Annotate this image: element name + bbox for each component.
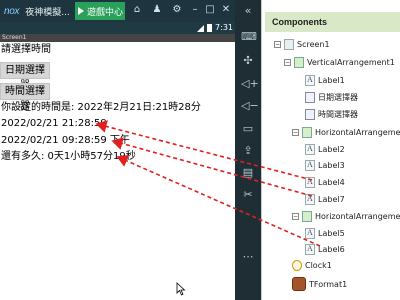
tree-item-label: Label3 — [318, 160, 345, 170]
gear-icon[interactable]: ⚙ — [170, 3, 184, 17]
tree-item-verticalarrangement1[interactable]: − VerticalArrangement1 — [284, 55, 395, 69]
status-icons: 7:31 — [197, 22, 233, 34]
tree-item--[interactable]: 日期選擇器 — [305, 90, 358, 104]
tree-item-label: TFormat1 — [309, 279, 348, 289]
tree-item-label4[interactable]: Label4 — [305, 175, 345, 189]
tree-item-tformat1[interactable]: TFormat1 — [292, 277, 347, 291]
date-picker-button[interactable]: 日期選擇器 — [0, 62, 50, 91]
game-center-button[interactable]: 遊戲中心 — [75, 2, 125, 20]
components-header: Components — [265, 12, 400, 32]
tree-item-label: 日期選擇器 — [318, 92, 358, 102]
collapse-toggle-icon[interactable]: − — [274, 40, 281, 48]
tree-item-label: Clock1 — [305, 260, 332, 270]
clock-component-icon — [292, 259, 302, 271]
label-component-icon — [305, 143, 315, 155]
tree-item-label: Label6 — [318, 244, 345, 254]
tree-item-horizontalarrangemen[interactable]: − HorizontalArrangemen — [292, 209, 400, 223]
tree-item-label: Label7 — [318, 194, 345, 204]
nox-logo: nox — [4, 5, 20, 17]
tree-item-screen1[interactable]: − Screen1 — [274, 37, 330, 51]
tree-item-label: Label1 — [318, 75, 345, 85]
prompt-label: 請選擇時間 — [1, 44, 51, 55]
screen-component-icon — [284, 38, 294, 50]
tree-item-label: Screen1 — [297, 39, 330, 49]
home-icon[interactable]: ⌂ — [130, 3, 144, 17]
arr-component-icon — [294, 56, 304, 68]
tree-item--[interactable]: 時間選擇器 — [305, 107, 358, 121]
label7-datetime-ampm: 2022/02/21 09:28:59 下午 — [1, 135, 130, 146]
status-time: 7:31 — [215, 23, 233, 32]
collapse-icon[interactable]: « — [241, 4, 255, 18]
tree-item-label: Label2 — [318, 144, 345, 154]
shirt-icon[interactable]: ♟ — [150, 3, 164, 17]
multi-instance-icon[interactable]: ▤ — [241, 166, 255, 180]
minimize-icon[interactable]: – — [188, 3, 202, 17]
tree-item-clock1[interactable]: Clock1 — [292, 258, 332, 272]
gamepad-icon[interactable]: ✣ — [241, 54, 255, 68]
collapse-toggle-icon[interactable]: − — [292, 212, 299, 220]
label4-datetime: 2022/02/21 21:28:59 — [1, 118, 107, 129]
label-component-icon — [305, 159, 315, 171]
volume-down-icon[interactable]: ◁− — [241, 99, 259, 113]
emulator-title: 夜神模擬... — [25, 7, 70, 18]
tree-item-label5[interactable]: Label5 — [305, 226, 345, 240]
picker-component-icon — [305, 108, 315, 120]
collapse-toggle-icon[interactable]: − — [292, 128, 299, 136]
arr-component-icon — [302, 126, 312, 138]
tree-item-label: HorizontalArrangemen — [315, 211, 400, 221]
tree-item-label: VerticalArrangement1 — [307, 57, 395, 67]
tree-item-label3[interactable]: Label3 — [305, 158, 345, 172]
battery-icon — [207, 24, 213, 32]
tree-item-label: 時間選擇器 — [318, 109, 358, 119]
label-component-icon — [305, 176, 315, 188]
tree-item-label7[interactable]: Label7 — [305, 192, 345, 206]
play-icon — [78, 7, 84, 15]
arr-component-icon — [302, 210, 312, 222]
signal-icon — [197, 24, 205, 32]
maximize-icon[interactable]: □ — [203, 3, 217, 17]
screen-title-bar: Screen1 — [0, 34, 235, 42]
time-picker-button[interactable]: 時間選擇器 — [0, 83, 50, 112]
screen-icon[interactable]: ▭ — [241, 122, 255, 136]
picker-component-icon — [305, 91, 315, 103]
android-status-bar: 7:31 — [0, 22, 235, 34]
tfmt-component-icon — [292, 277, 306, 291]
tree-item-label: HorizontalArrangemen — [315, 127, 400, 137]
tree-item-horizontalarrangemen[interactable]: − HorizontalArrangemen — [292, 125, 400, 139]
volume-up-icon[interactable]: ◁+ — [241, 77, 259, 91]
keyboard-icon[interactable]: ⌨ — [241, 30, 257, 44]
tree-item-label: Label4 — [318, 177, 345, 187]
game-center-label: 遊戲中心 — [87, 7, 124, 18]
remaining-time-label: 還有多久: 0天1小時57分19秒 — [1, 151, 136, 162]
tree-item-label6[interactable]: Label6 — [305, 242, 345, 256]
components-panel: Components − Screen1 − VerticalArrangement1… — [261, 0, 400, 300]
scissors-icon[interactable]: ✂ — [241, 188, 255, 202]
emulator-side-toolbar: « ⌨ ✣ ◁+ ◁− ▭ ⇪ ▤ ✂ ⋯ — [235, 0, 261, 300]
emulator-window: nox 夜神模擬... 遊戲中心 ⌂ ♟ ⚙ – □ ✕ 7:31 Screen… — [0, 0, 235, 300]
collapse-toggle-icon[interactable]: − — [284, 58, 291, 66]
tree-item-label2[interactable]: Label2 — [305, 142, 345, 156]
set-time-label: 你設定的時間是: 2022年2月21日:21時28分 — [1, 102, 201, 113]
label-component-icon — [305, 74, 315, 86]
emulator-title-bar: nox 夜神模擬... 遊戲中心 ⌂ ♟ ⚙ – □ ✕ — [0, 0, 235, 22]
label-component-icon — [305, 243, 315, 255]
label-component-icon — [305, 227, 315, 239]
more-icon[interactable]: ⋯ — [241, 250, 255, 264]
mouse-cursor-icon — [176, 282, 186, 296]
label-component-icon — [305, 193, 315, 205]
apk-install-icon[interactable]: ⇪ — [241, 144, 255, 158]
tree-item-label1[interactable]: Label1 — [305, 73, 345, 87]
tree-item-label: Label5 — [318, 228, 345, 238]
close-icon[interactable]: ✕ — [219, 3, 233, 17]
